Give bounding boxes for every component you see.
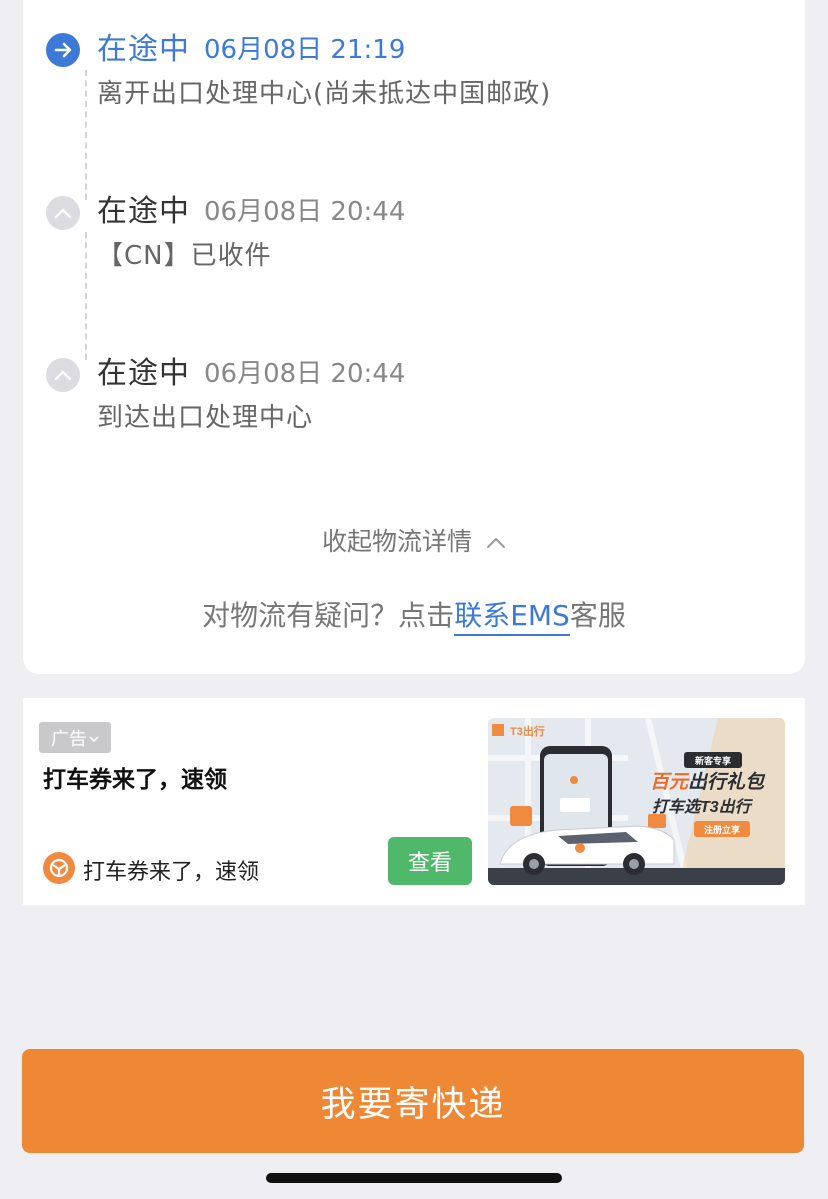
logistics-card: 在途中 06月08日 21:19 离开出口处理中心(尚未抵达中国邮政) 在途中 … — [23, 0, 805, 674]
t3-logo-icon — [43, 852, 75, 884]
chevron-up-icon — [46, 358, 80, 392]
help-text: 对物流有疑问？点击联系EMS客服 — [23, 594, 805, 636]
timeline-desc: 离开出口处理中心(尚未抵达中国邮政) — [97, 79, 552, 109]
chevron-down-icon — [89, 727, 99, 748]
timeline-desc: 到达出口处理中心 — [97, 403, 314, 433]
arrow-right-icon — [46, 33, 80, 67]
timeline-status: 在途中 — [97, 356, 190, 391]
send-express-button[interactable]: 我要寄快递 — [22, 1049, 804, 1153]
timeline-line — [85, 232, 87, 360]
ad-banner[interactable]: 广告 打车券来了，速领 打车券来了，速领 查看 T3出行 新客专享 百元出行礼包… — [23, 698, 805, 905]
ad-image-badge: 新客专享 — [695, 755, 731, 766]
ad-image-cta: 注册立享 — [704, 824, 740, 835]
collapse-label: 收起物流详情 — [321, 527, 472, 556]
timeline-status: 在途中 — [97, 194, 190, 229]
timeline-time: 06月08日 20:44 — [204, 359, 406, 389]
ad-tag-label: 广告 — [51, 728, 87, 750]
timeline-line — [85, 70, 87, 200]
collapse-details-button[interactable]: 收起物流详情 — [23, 522, 805, 558]
ad-view-button[interactable]: 查看 — [388, 837, 472, 885]
ad-tag[interactable]: 广告 — [39, 722, 111, 753]
chevron-up-icon — [46, 196, 80, 230]
timeline-time: 06月08日 21:19 — [204, 35, 406, 65]
ad-brand-text: 打车券来了，速领 — [83, 860, 260, 885]
ad-image-subline: 打车选T3出行 — [652, 798, 754, 816]
home-indicator[interactable] — [266, 1173, 562, 1183]
contact-ems-link[interactable]: 联系EMS — [454, 599, 570, 636]
chevron-up-icon — [486, 526, 506, 555]
ad-image-brand: T3出行 — [510, 724, 545, 738]
timeline-desc: 【CN】已收件 — [97, 241, 272, 271]
timeline-status: 在途中 — [97, 32, 190, 67]
help-prefix: 对物流有疑问？点击 — [202, 599, 455, 632]
help-suffix: 客服 — [569, 599, 626, 632]
timeline-time: 06月08日 20:44 — [204, 197, 406, 227]
ad-title[interactable]: 打车券来了，速领 — [43, 760, 227, 794]
ad-image-headline: 百元出行礼包 — [650, 771, 766, 793]
ad-image[interactable]: T3出行 新客专享 百元出行礼包 打车选T3出行 注册立享 — [488, 718, 785, 885]
